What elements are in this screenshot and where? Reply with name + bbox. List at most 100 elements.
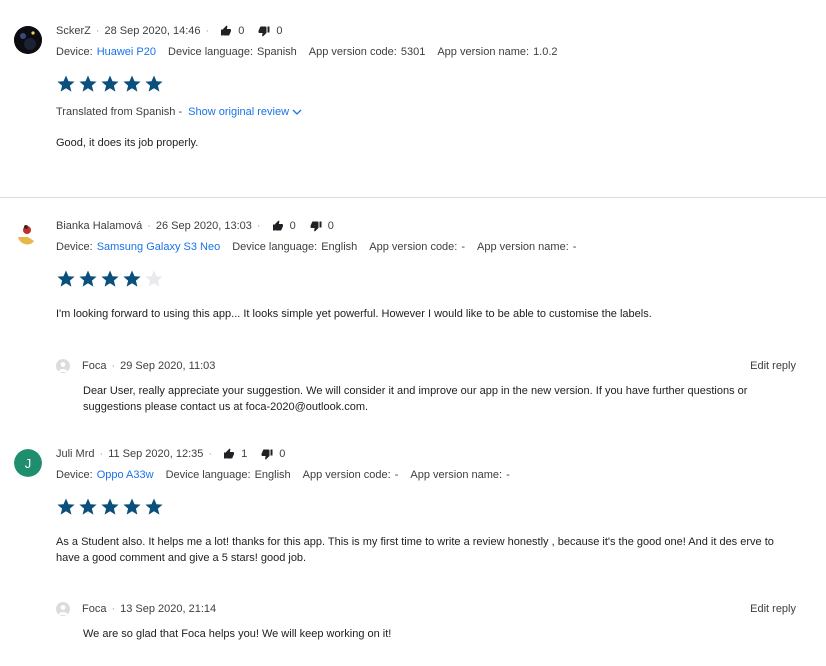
review-text: As a Student also. It helps me a lot! th… [56, 536, 774, 564]
language-value: English [254, 469, 291, 481]
review-meta: Bianka Halamová · 26 Sep 2020, 13:03 · 0… [56, 220, 334, 232]
review-text: Good, it does its job properly. [56, 137, 199, 149]
reply-avatar [56, 359, 70, 373]
reply-text: Dear User, really appreciate your sugges… [83, 385, 748, 413]
version-name-value: - [572, 241, 577, 253]
version-code-value: 5301 [400, 46, 426, 58]
avatar-letter: J [24, 455, 32, 471]
reply-avatar [56, 602, 70, 616]
version-name-label: App version name: [410, 469, 503, 481]
star-filled-icon [122, 74, 142, 94]
person-icon [58, 362, 68, 372]
like-count: 1 [241, 448, 248, 460]
avatar [14, 221, 42, 249]
star-filled-icon [56, 269, 76, 289]
developer-reply: Foca · 13 Sep 2020, 21:14 Edit reply We … [56, 600, 796, 642]
edit-reply-button[interactable]: Edit reply [750, 360, 796, 372]
review-meta: Juli Mrd · 11 Sep 2020, 12:35 · 1 0 [56, 448, 286, 460]
divider [0, 197, 826, 198]
star-filled-icon [100, 497, 120, 517]
author-name: SckerZ [56, 25, 91, 37]
device-info: Device: Samsung Galaxy S3 Neo Device lan… [56, 238, 796, 256]
version-code-value: - [394, 469, 399, 481]
dislike-count: 0 [276, 25, 283, 37]
device-info: Device: Oppo A33w Device language: Engli… [56, 466, 796, 484]
version-code-label: App version code: [308, 46, 397, 58]
language-value: English [321, 241, 358, 253]
show-original-link[interactable]: Show original review [188, 106, 302, 118]
review-date: 11 Sep 2020, 12:35 [108, 448, 204, 460]
device-link[interactable]: Huawei P20 [97, 46, 156, 58]
star-filled-icon [78, 497, 98, 517]
language-label: Device language: [232, 241, 318, 253]
review-meta: SckerZ · 28 Sep 2020, 14:46 · 0 0 [56, 25, 283, 37]
reply-date: 29 Sep 2020, 11:03 [120, 360, 216, 372]
edit-reply-button[interactable]: Edit reply [750, 603, 796, 615]
thumb-up-icon [224, 448, 235, 459]
reply-author: Foca [82, 360, 107, 372]
author-name: Juli Mrd [56, 448, 95, 460]
star-rating [56, 74, 796, 94]
like-button[interactable]: 0 [220, 25, 244, 37]
review-date: 28 Sep 2020, 14:46 [104, 25, 201, 37]
thumb-down-icon [261, 449, 273, 460]
like-count: 0 [289, 220, 296, 232]
like-button[interactable]: 0 [272, 220, 296, 232]
reply-header: Foca · 29 Sep 2020, 11:03 Edit reply [56, 357, 796, 375]
star-empty-icon [144, 269, 164, 289]
star-filled-icon [122, 497, 142, 517]
like-button[interactable]: 1 [223, 448, 247, 460]
language-label: Device language: [165, 469, 251, 481]
star-filled-icon [122, 269, 142, 289]
version-code-value: - [461, 241, 466, 253]
person-icon [58, 605, 68, 615]
chevron-down-icon [292, 109, 302, 115]
star-filled-icon [144, 497, 164, 517]
thumb-down-icon [258, 26, 270, 37]
star-filled-icon [144, 74, 164, 94]
version-code-label: App version code: [302, 469, 391, 481]
dislike-button[interactable]: 0 [261, 448, 285, 460]
reply-date: 13 Sep 2020, 21:14 [120, 603, 217, 615]
star-filled-icon [78, 74, 98, 94]
reply-text: We are so glad that Foca helps you! We w… [83, 628, 392, 640]
thumb-up-icon [272, 220, 283, 231]
reply-header: Foca · 13 Sep 2020, 21:14 Edit reply [56, 600, 796, 618]
thumb-up-icon [221, 25, 232, 36]
dislike-button[interactable]: 0 [310, 220, 334, 232]
avatar-image [14, 26, 42, 54]
version-code-label: App version code: [369, 241, 458, 253]
device-link[interactable]: Samsung Galaxy S3 Neo [97, 241, 221, 253]
translated-label: Translated from Spanish - [56, 106, 183, 118]
dislike-count: 0 [279, 448, 286, 460]
language-label: Device language: [168, 46, 254, 58]
review-date: 26 Sep 2020, 13:03 [155, 220, 252, 232]
avatar: J [14, 449, 42, 477]
device-label: Device: [56, 241, 93, 253]
dislike-button[interactable]: 0 [258, 25, 282, 37]
language-value: Spanish [257, 46, 297, 58]
star-filled-icon [56, 497, 76, 517]
version-name-value: 1.0.2 [533, 46, 558, 58]
author-name: Bianka Halamová [56, 220, 143, 232]
star-rating [56, 497, 796, 517]
version-name-label: App version name: [437, 46, 530, 58]
star-filled-icon [78, 269, 98, 289]
star-rating [56, 269, 796, 289]
like-count: 0 [238, 25, 245, 37]
star-filled-icon [100, 74, 120, 94]
review-text: I'm looking forward to using this app...… [56, 308, 652, 320]
version-name-value: - [506, 469, 510, 481]
reply-author: Foca [82, 603, 107, 615]
dislike-count: 0 [327, 220, 334, 232]
developer-reply: Foca · 29 Sep 2020, 11:03 Edit reply Dea… [56, 357, 796, 415]
translation-note: Translated from Spanish - Show original … [56, 106, 796, 118]
device-label: Device: [56, 46, 93, 58]
avatar [14, 26, 42, 54]
star-filled-icon [100, 269, 120, 289]
star-filled-icon [56, 74, 76, 94]
device-label: Device: [56, 469, 93, 481]
avatar-image [18, 225, 34, 245]
device-link[interactable]: Oppo A33w [97, 469, 154, 481]
device-info: Device: Huawei P20 Device language: Span… [56, 43, 796, 61]
